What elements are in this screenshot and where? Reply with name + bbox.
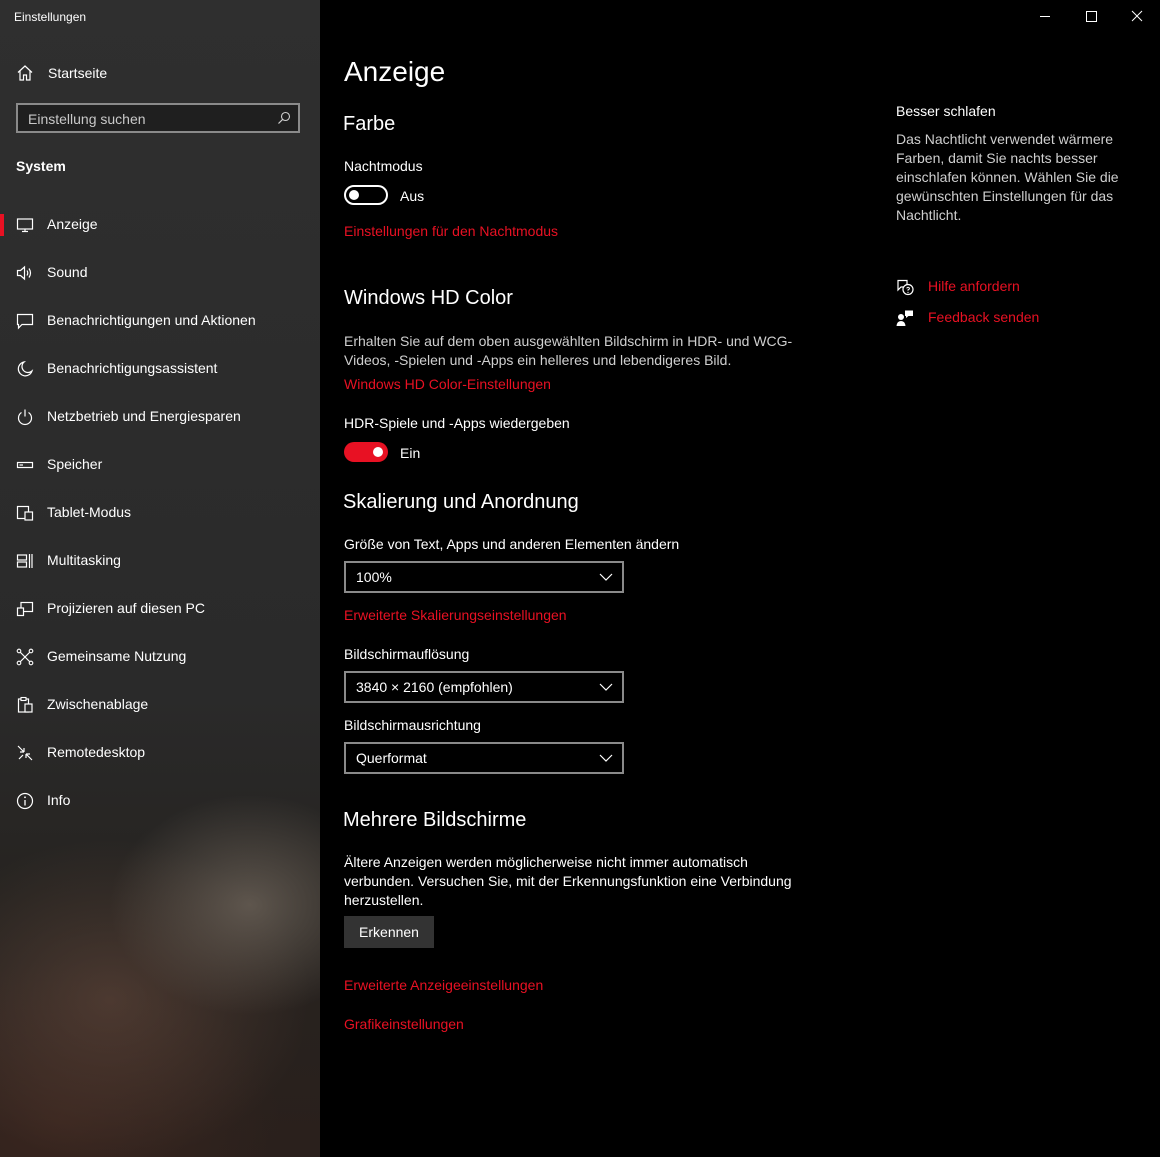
- sidebar-item-label: Info: [47, 792, 71, 808]
- multi-description: Ältere Anzeigen werden möglicherweise ni…: [344, 854, 792, 908]
- chevron-down-icon: [599, 573, 613, 581]
- section-heading-farbe: Farbe: [343, 113, 396, 135]
- clipboard-icon: [17, 696, 33, 713]
- sidebar-item-tablet-modus[interactable]: Tablet-Modus: [0, 489, 320, 537]
- sidebar-item-sound[interactable]: Sound: [0, 249, 320, 297]
- power-icon: [17, 409, 33, 426]
- toggle-knob: [349, 190, 359, 200]
- nav-home[interactable]: Startseite: [0, 56, 320, 90]
- hdr-toggle-state: Ein: [400, 445, 421, 461]
- nav-home-label: Startseite: [48, 65, 108, 81]
- orientation-label: Bildschirmausrichtung: [344, 717, 481, 733]
- page-title: Anzeige: [344, 56, 446, 87]
- sidebar-nav: Anzeige Sound Benachrichtigungen und Akt…: [0, 201, 320, 825]
- feedback-link[interactable]: Feedback senden: [896, 309, 1039, 327]
- sidebar: Einstellungen Startseite System Anzeige: [0, 0, 320, 1157]
- sidebar-item-benachrichtigungen[interactable]: Benachrichtigungen und Aktionen: [0, 297, 320, 345]
- hdr-toggle[interactable]: [344, 442, 388, 462]
- advanced-display-link[interactable]: Erweiterte Anzeigeeinstellungen: [344, 977, 543, 993]
- sidebar-item-label: Tablet-Modus: [47, 504, 132, 520]
- sidebar-item-label: Benachrichtigungsassistent: [47, 360, 218, 376]
- main-content: Anzeige Farbe Nachtmodus Aus Einstellung…: [320, 0, 1160, 1157]
- moon-icon: [17, 360, 34, 377]
- message-icon: [16, 313, 34, 330]
- feedback-icon: [896, 310, 913, 326]
- resolution-dropdown[interactable]: 3840 × 2160 (empfohlen): [344, 671, 624, 703]
- sidebar-item-label: Netzbetrieb und Energiesparen: [47, 408, 241, 424]
- multitasking-icon: [16, 554, 33, 568]
- tablet-icon: [16, 505, 34, 521]
- section-heading-skalierung: Skalierung und Anordnung: [343, 491, 579, 513]
- help-link[interactable]: Hilfe anfordern: [896, 278, 1020, 296]
- size-dropdown-value: 100%: [356, 569, 392, 585]
- info-icon: [16, 792, 34, 810]
- sidebar-item-benachrichtigungsassistent[interactable]: Benachrichtigungsassistent: [0, 345, 320, 393]
- sidebar-item-anzeige[interactable]: Anzeige: [0, 201, 320, 249]
- hdr-toggle-label: HDR-Spiele und -Apps wiedergeben: [344, 415, 570, 431]
- remote-icon: [17, 745, 33, 761]
- sidebar-item-info[interactable]: Info: [0, 777, 320, 825]
- advanced-scaling-link[interactable]: Erweiterte Skalierungseinstellungen: [344, 607, 567, 623]
- chevron-down-icon: [599, 683, 613, 691]
- sidebar-item-label: Projizieren auf diesen PC: [47, 600, 205, 616]
- sidebar-item-label: Benachrichtigungen und Aktionen: [47, 312, 256, 328]
- sidebar-item-label: Sound: [47, 264, 88, 280]
- sidebar-item-netzbetrieb[interactable]: Netzbetrieb und Energiesparen: [0, 393, 320, 441]
- chevron-down-icon: [599, 754, 613, 762]
- sidebar-item-label: Gemeinsame Nutzung: [47, 648, 187, 664]
- speaker-icon: [16, 265, 32, 281]
- sidebar-item-projizieren[interactable]: Projizieren auf diesen PC: [0, 585, 320, 633]
- sidebar-item-multitasking[interactable]: Multitasking: [0, 537, 320, 585]
- feedback-link-label: Feedback senden: [928, 309, 1040, 325]
- search-box[interactable]: [16, 103, 300, 133]
- hd-color-settings-link[interactable]: Windows HD Color-Einstellungen: [344, 376, 551, 392]
- monitor-icon: [16, 218, 34, 233]
- share-icon: [16, 648, 34, 666]
- orientation-dropdown-value: Querformat: [356, 750, 427, 766]
- search-icon[interactable]: [277, 111, 291, 125]
- sidebar-item-label: Speicher: [47, 456, 103, 472]
- home-icon: [17, 65, 33, 81]
- app-title: Einstellungen: [14, 10, 87, 24]
- aside-text: Das Nachtlicht verwendet wärmere Farben,…: [896, 131, 1119, 223]
- hd-color-description: Erhalten Sie auf dem oben ausgewählten B…: [344, 333, 793, 368]
- detect-button[interactable]: Erkennen: [344, 916, 434, 948]
- sidebar-item-label: Multitasking: [47, 552, 121, 568]
- search-input[interactable]: [18, 105, 280, 133]
- sidebar-item-label: Anzeige: [47, 216, 98, 232]
- size-dropdown[interactable]: 100%: [344, 561, 624, 593]
- help-link-label: Hilfe anfordern: [928, 278, 1020, 294]
- graphics-settings-link[interactable]: Grafikeinstellungen: [344, 1016, 464, 1032]
- size-label: Größe von Text, Apps und anderen Element…: [344, 536, 680, 552]
- sidebar-item-zwischenablage[interactable]: Zwischenablage: [0, 681, 320, 729]
- toggle-knob: [373, 447, 383, 457]
- project-icon: [16, 601, 34, 617]
- section-heading-mehrere-bildschirme: Mehrere Bildschirme: [343, 809, 527, 831]
- resolution-label: Bildschirmauflösung: [344, 646, 470, 662]
- help-icon: [897, 279, 914, 296]
- aside-heading: Besser schlafen: [896, 103, 996, 119]
- nachtmodus-state: Aus: [400, 188, 425, 204]
- nachtmodus-label: Nachtmodus: [344, 158, 423, 174]
- resolution-dropdown-value: 3840 × 2160 (empfohlen): [356, 679, 513, 695]
- storage-icon: [16, 461, 34, 469]
- section-label-system: System: [16, 158, 66, 174]
- nachtmodus-toggle[interactable]: [344, 185, 388, 205]
- section-heading-hd-color: Windows HD Color: [344, 287, 513, 309]
- sidebar-item-label: Remotedesktop: [47, 744, 146, 760]
- sidebar-item-remotedesktop[interactable]: Remotedesktop: [0, 729, 320, 777]
- orientation-dropdown[interactable]: Querformat: [344, 742, 624, 774]
- nachtmodus-settings-link[interactable]: Einstellungen für den Nachtmodus: [344, 223, 558, 239]
- sidebar-item-gemeinsame-nutzung[interactable]: Gemeinsame Nutzung: [0, 633, 320, 681]
- sidebar-item-speicher[interactable]: Speicher: [0, 441, 320, 489]
- sidebar-item-label: Zwischenablage: [47, 696, 149, 712]
